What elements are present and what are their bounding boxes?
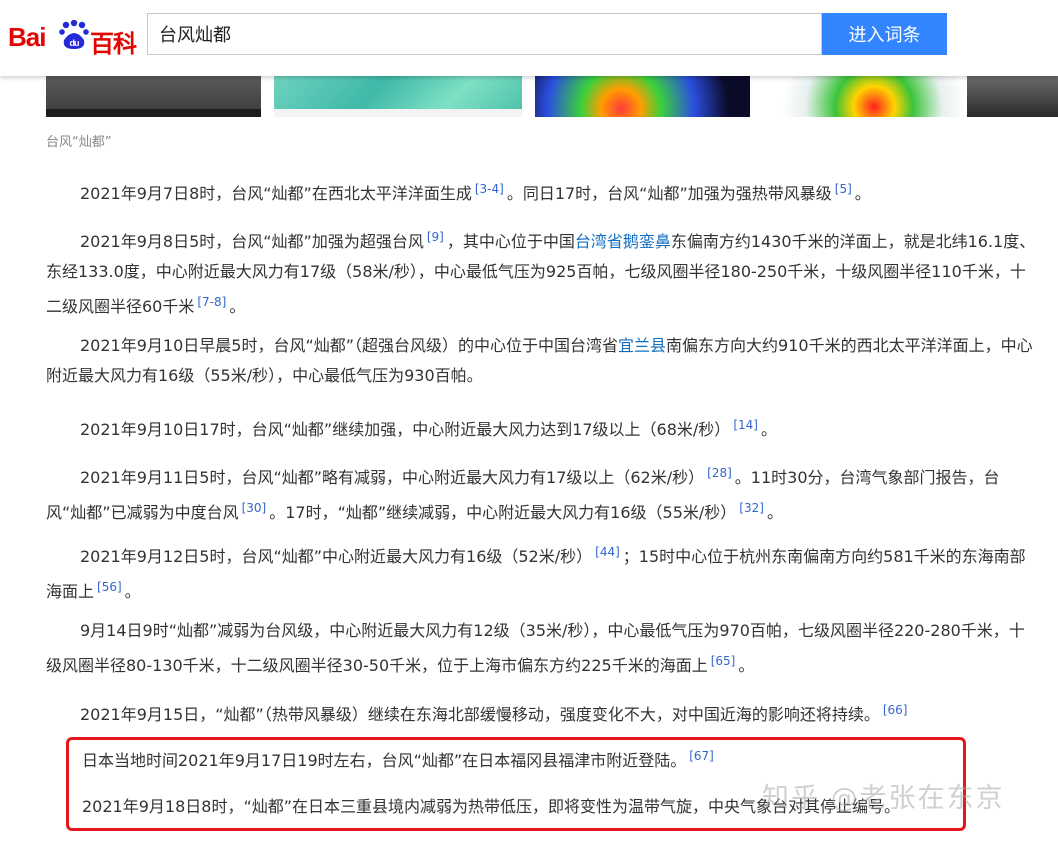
citation-link[interactable]: [66] — [880, 703, 911, 717]
paragraph-4: 2021年9月10日17时，台风“灿都”继续加强，中心附近最大风力达到17级以上… — [46, 410, 1036, 445]
paragraph-5: 2021年9月11日5时，台风“灿都”略有减弱，中心附近最大风力有17级以上（6… — [46, 458, 1036, 528]
satellite-image-5[interactable] — [967, 76, 1058, 117]
paw-icon: du — [59, 20, 89, 49]
satellite-image-4[interactable] — [764, 76, 964, 117]
citation-link[interactable]: [7-8] — [194, 295, 229, 309]
paragraph-8: 2021年9月15日，“灿都”（热带风暴级）继续在东海北部缓慢移动，强度变化不大… — [46, 695, 1036, 730]
paragraph-2: 2021年9月8日5时，台风“灿都”加强为超强台风 [9] ，其中心位于中国台湾省鹅… — [46, 222, 1036, 322]
paragraph-text: 。 — [124, 582, 141, 601]
watermark: 知乎 @老张在东京 — [762, 783, 1005, 814]
citation-link[interactable]: [30] — [239, 501, 270, 515]
top-header: Bai du 百科 进入词条 — [0, 0, 1058, 76]
baidu-baike-logo[interactable]: Bai du 百科 — [8, 12, 138, 58]
entry-link[interactable]: 宜兰县 — [618, 336, 666, 355]
satellite-image-1[interactable] — [46, 76, 261, 117]
paragraph-text: 2021年9月8日5时，台风“灿都”加强为超强台风 — [80, 232, 424, 251]
satellite-image-3[interactable] — [535, 76, 750, 117]
citation-link[interactable]: [5] — [832, 182, 855, 196]
citation-link[interactable]: [44] — [592, 545, 623, 559]
paragraph-text: 2021年9月7日8时，台风“灿都”在西北太平洋洋面生成 — [80, 184, 472, 203]
paragraph-text: 。 — [738, 656, 755, 675]
paragraph-text: 。同日17时，台风“灿都”加强为强热带风暴级 — [506, 184, 832, 203]
citation-link[interactable]: [56] — [94, 580, 125, 594]
citation-link[interactable]: [9] — [424, 230, 447, 244]
image-strip — [46, 76, 1058, 117]
search-box[interactable] — [147, 13, 822, 55]
logo-bai-text: Bai — [8, 22, 46, 52]
entry-link[interactable]: 台湾省鹅銮鼻 — [575, 232, 671, 251]
paragraph-text: 9月14日9时“灿都”减弱为台风级，中心附近最大风力有12级（35米/秒），中心… — [46, 621, 1025, 675]
paragraph-text: ，其中心位于中国 — [446, 232, 575, 251]
paragraph-3: 2021年9月10日早晨5时，台风“灿都”（超强台风级）的中心位于中国台湾省宜兰… — [46, 331, 1036, 391]
citation-link[interactable]: [14] — [730, 418, 761, 432]
citation-link[interactable]: [28] — [704, 466, 735, 480]
paragraph-text: 2021年9月10日17时，台风“灿都”继续加强，中心附近最大风力达到17级以上… — [80, 420, 731, 439]
citation-link[interactable]: [65] — [708, 654, 739, 668]
citation-link[interactable]: [32] — [736, 501, 767, 515]
paragraph-text: 2021年9月10日早晨5时，台风“灿都”（超强台风级）的中心位于中国台湾省 — [80, 336, 619, 355]
paragraph-text: 2021年9月15日，“灿都”（热带风暴级）继续在东海北部缓慢移动，强度变化不大… — [80, 705, 880, 724]
paragraph-text: 。 — [854, 184, 871, 203]
paragraph-text: 。 — [229, 297, 246, 316]
logo-du-text: du — [70, 38, 79, 48]
paragraph-text: 。17时，“灿都”继续减弱，中心附近最大风力有16级（55米/秒） — [269, 503, 737, 522]
image-caption: 台风“灿都” — [46, 135, 112, 150]
paragraph-text: 。 — [766, 503, 783, 522]
citation-link[interactable]: [3-4] — [472, 182, 507, 196]
paragraph-text: 2021年9月11日5时，台风“灿都”略有减弱，中心附近最大风力有17级以上（6… — [80, 468, 705, 487]
enter-entry-button[interactable]: 进入词条 — [822, 13, 947, 55]
paragraph-7: 9月14日9时“灿都”减弱为台风级，中心附近最大风力有12级（35米/秒），中心… — [46, 616, 1036, 681]
satellite-image-2[interactable] — [274, 76, 522, 117]
logo-baike-text: 百科 — [90, 31, 137, 58]
paragraph-1: 2021年9月7日8时，台风“灿都”在西北太平洋洋面生成 [3-4] 。同日17时，… — [46, 174, 1036, 209]
paragraph-text: 。 — [760, 420, 777, 439]
paragraph-text: 2021年9月12日5时，台风“灿都”中心附近最大风力有16级（52米/秒） — [80, 547, 593, 566]
paragraph-6: 2021年9月12日5时，台风“灿都”中心附近最大风力有16级（52米/秒） [4… — [46, 537, 1036, 607]
search-input[interactable] — [148, 14, 821, 54]
